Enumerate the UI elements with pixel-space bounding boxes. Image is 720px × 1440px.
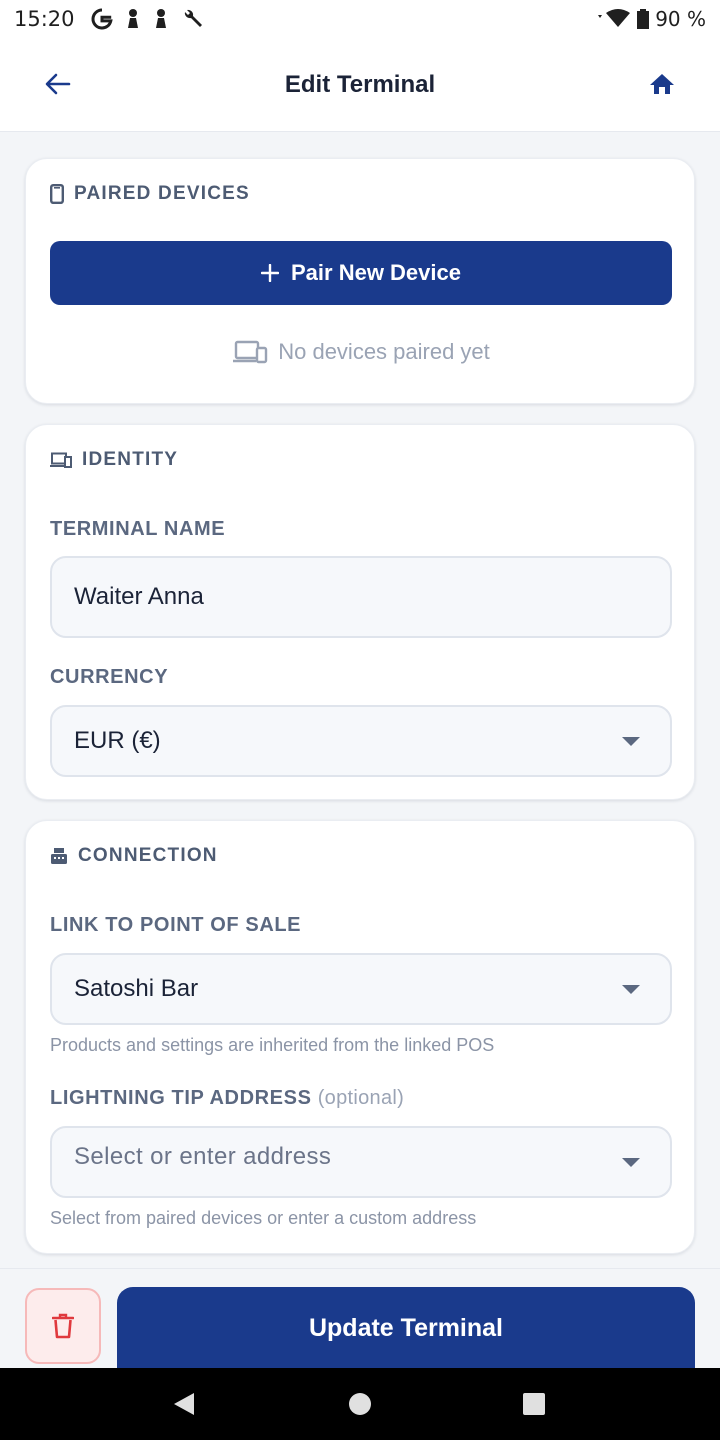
pos-value: Satoshi Bar <box>74 975 199 1002</box>
wifi-icon <box>598 9 631 27</box>
devices-icon <box>50 452 72 468</box>
empty-state: No devices paired yet <box>26 339 696 365</box>
section-heading: CONNECTION <box>50 845 218 867</box>
trash-icon <box>52 1313 74 1339</box>
empty-state-text: No devices paired yet <box>278 339 490 364</box>
tip-address-helper-text: Select from paired devices or enter a cu… <box>50 1208 477 1228</box>
currency-value: EUR (€) <box>74 727 161 754</box>
plus-icon <box>261 264 279 282</box>
battery-icon <box>637 9 650 29</box>
paired-devices-card: PAIRED DEVICES Pair New Device No device… <box>25 158 695 404</box>
tip-address-label: LIGHTNING TIP ADDRESS (optional) <box>50 1087 404 1110</box>
tip-address-placeholder: Select or enter address <box>74 1143 332 1170</box>
optional-tag: (optional) <box>317 1087 405 1109</box>
nav-recents-icon[interactable] <box>522 1392 546 1416</box>
cash-register-icon <box>51 848 67 864</box>
pair-button-label: Pair New Device <box>291 260 461 285</box>
currency-select[interactable]: EUR (€) <box>50 705 672 777</box>
back-button[interactable] <box>40 66 76 102</box>
page-title: Edit Terminal <box>284 70 436 98</box>
notification-icon <box>127 9 138 28</box>
nav-back-icon[interactable] <box>172 1392 196 1416</box>
pair-new-device-button[interactable]: Pair New Device <box>50 241 672 305</box>
identity-card: IDENTITY TERMINAL NAME Waiter Anna CURRE… <box>25 424 695 800</box>
pos-select[interactable]: Satoshi Bar <box>50 953 672 1025</box>
status-icons <box>91 8 205 30</box>
status-time: 15:20 <box>14 7 75 31</box>
status-bar: 15:20 90 % <box>0 0 720 38</box>
phone-icon <box>50 184 64 204</box>
nav-home-icon[interactable] <box>348 1392 372 1416</box>
section-heading: PAIRED DEVICES <box>50 183 250 205</box>
terminal-name-value: Waiter Anna <box>74 583 204 610</box>
delete-button[interactable] <box>25 1288 101 1364</box>
pos-helper-text: Products and settings are inherited from… <box>50 1035 495 1055</box>
terminal-name-label: TERMINAL NAME <box>50 518 226 540</box>
chevron-down-icon <box>622 985 640 994</box>
pos-label: LINK TO POINT OF SALE <box>50 914 302 936</box>
notification-icon <box>155 9 166 28</box>
update-button-label: Update Terminal <box>308 1313 504 1342</box>
google-icon <box>91 8 113 30</box>
section-title: IDENTITY <box>82 449 179 470</box>
app-header: Edit Terminal <box>0 38 720 132</box>
currency-label: CURRENCY <box>50 666 169 688</box>
wrench-icon <box>184 9 202 27</box>
home-icon <box>650 74 674 94</box>
devices-icon <box>233 340 268 364</box>
tip-address-select[interactable]: Select or enter address <box>50 1126 672 1198</box>
connection-card: CONNECTION LINK TO POINT OF SALE Satoshi… <box>25 820 695 1254</box>
arrow-left-icon <box>45 73 71 95</box>
tip-address-label-text: LIGHTNING TIP ADDRESS <box>50 1087 312 1109</box>
battery-level: 90 % <box>655 7 706 31</box>
section-title: PAIRED DEVICES <box>74 183 250 204</box>
home-button[interactable] <box>644 66 680 102</box>
chevron-down-icon <box>622 737 640 746</box>
terminal-name-input[interactable]: Waiter Anna <box>50 556 672 638</box>
section-heading: IDENTITY <box>50 449 178 471</box>
section-title: CONNECTION <box>78 845 218 866</box>
status-right: 90 % <box>597 7 706 31</box>
chevron-down-icon <box>622 1158 640 1167</box>
update-terminal-button[interactable]: Update Terminal <box>117 1287 695 1369</box>
system-nav-bar <box>0 1368 720 1440</box>
bottom-action-bar: Update Terminal <box>0 1268 720 1369</box>
